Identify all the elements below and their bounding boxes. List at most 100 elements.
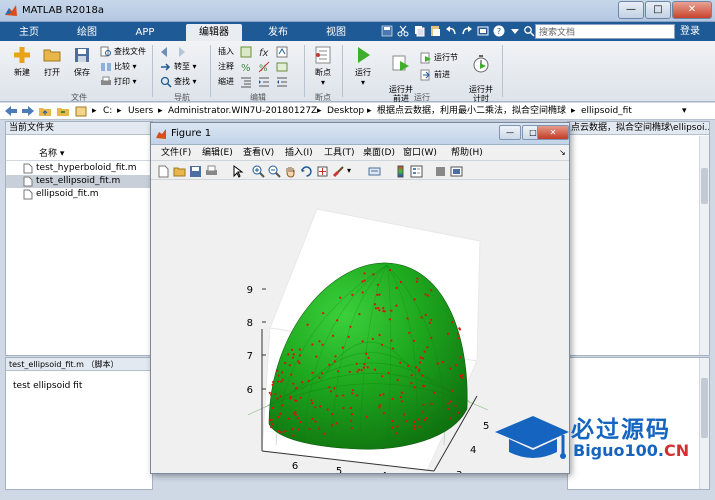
copy-icon[interactable] (412, 24, 426, 38)
m-file-icon (23, 176, 33, 187)
help-dropdown-icon[interactable] (508, 24, 522, 38)
smart-indent-icon[interactable] (240, 76, 252, 88)
tab-editor[interactable]: 编辑器 (186, 24, 242, 41)
find-files-button[interactable]: 查找文件 (100, 45, 146, 59)
figure-close-button[interactable]: ✕ (537, 125, 569, 140)
print-figure-icon[interactable] (205, 165, 218, 178)
open-button[interactable]: 打开 (38, 45, 66, 78)
open-label: 打开 (44, 68, 60, 77)
link-plot-icon[interactable] (368, 165, 381, 178)
menu-file[interactable]: 文件(F) (161, 147, 191, 159)
menu-view[interactable]: 查看(V) (243, 147, 274, 159)
tab-home[interactable]: 主页 (4, 24, 54, 41)
data-point (314, 406, 317, 409)
redo-icon[interactable] (460, 24, 474, 38)
tab-plots[interactable]: 绘图 (62, 24, 112, 41)
brush-icon[interactable] (332, 165, 345, 178)
data-point (361, 340, 364, 343)
print-button[interactable]: 打印 ▾ (100, 75, 137, 89)
find-button[interactable]: 查找 ▾ (160, 75, 197, 89)
data-point (290, 373, 293, 376)
new-button[interactable]: 新建 (8, 45, 36, 78)
comment-percent-icon[interactable]: % (240, 61, 252, 73)
editor-scrollbar[interactable] (699, 136, 709, 355)
search-documentation-input[interactable] (535, 24, 675, 39)
tab-view[interactable]: 视图 (311, 24, 361, 41)
close-button[interactable]: ✕ (672, 1, 712, 19)
up-folder-icon[interactable] (38, 105, 52, 117)
breadcrumb-ellipsoid-fit[interactable]: ellipsoid_fit (581, 105, 632, 117)
path-dropdown-icon[interactable]: ▾ (682, 105, 687, 117)
insert-more-icon[interactable] (276, 46, 288, 58)
open-file-icon[interactable] (173, 165, 186, 178)
zoom-out-icon[interactable] (268, 165, 281, 178)
menu-window[interactable]: 窗口(W) (403, 147, 437, 159)
data-point (281, 404, 284, 407)
breakpoints-button[interactable]: 断点 ▾ (308, 45, 338, 87)
breadcrumb-users[interactable]: Users (128, 105, 153, 117)
rotate-3d-icon[interactable] (300, 165, 313, 178)
pan-hand-icon[interactable] (284, 165, 297, 178)
goto-button[interactable]: 转至 ▾ (160, 60, 197, 74)
save-quick-icon[interactable] (380, 24, 394, 38)
menu-help[interactable]: 帮助(H) (451, 147, 483, 159)
insert-section-icon[interactable] (240, 46, 252, 58)
file-item[interactable]: ellipsoid_fit.m (6, 188, 152, 201)
increase-indent-icon[interactable] (258, 76, 270, 88)
breadcrumb-drive[interactable]: C: (103, 105, 112, 117)
file-item[interactable]: test_hyperboloid_fit.m (6, 162, 152, 175)
insert-legend-icon[interactable] (410, 165, 423, 178)
data-cursor-icon[interactable] (316, 165, 329, 178)
tab-apps[interactable]: APP (120, 24, 170, 41)
decrease-indent-icon[interactable] (276, 76, 288, 88)
run-button[interactable]: 运行 ▾ (346, 45, 380, 87)
wrap-comments-icon[interactable] (276, 61, 288, 73)
hide-plot-tools-icon[interactable] (434, 165, 447, 178)
help-quick-icon[interactable]: ? (492, 24, 506, 38)
edit-plot-arrow-icon[interactable] (231, 165, 244, 178)
menu-tools[interactable]: 工具(T) (324, 147, 355, 159)
data-point (395, 432, 398, 435)
login-link[interactable]: 登录 (680, 24, 700, 39)
cut-icon[interactable] (396, 24, 410, 38)
editor-scroll-thumb[interactable] (701, 168, 708, 204)
run-section-button[interactable]: 运行节 (420, 51, 458, 65)
indent-button[interactable]: 缩进 (218, 75, 234, 89)
paste-icon[interactable] (428, 24, 442, 38)
data-point (293, 412, 296, 415)
file-item-selected[interactable]: test_ellipsoid_fit.m (6, 175, 152, 188)
insert-colorbar-icon[interactable] (394, 165, 407, 178)
minimize-button[interactable]: — (618, 1, 644, 19)
uncomment-icon[interactable]: % (258, 61, 270, 73)
insert-button[interactable]: 插入 (218, 45, 234, 59)
undock-arrow-icon[interactable]: ↘ (559, 147, 566, 159)
breadcrumb-administrator[interactable]: Administrator.WIN7U-20180127Z (168, 105, 317, 117)
menu-desktop[interactable]: 桌面(D) (363, 147, 395, 159)
function-fx-icon[interactable]: fx (258, 46, 270, 58)
show-plot-tools-icon[interactable] (450, 165, 463, 178)
menu-insert[interactable]: 插入(I) (285, 147, 313, 159)
name-column-header[interactable]: 名称 ▾ (6, 148, 152, 161)
back-forward-buttons[interactable] (160, 45, 188, 59)
maximize-button[interactable]: □ (645, 1, 671, 19)
figure-minimize-button[interactable]: — (499, 125, 521, 140)
breadcrumb-project-folder[interactable]: 根据点云数据，利用最小二乘法，拟合空间椭球 (377, 105, 566, 117)
menu-edit[interactable]: 编辑(E) (202, 147, 233, 159)
save-figure-icon[interactable] (189, 165, 202, 178)
browse-folder-icon[interactable] (56, 105, 70, 117)
comment-button[interactable]: 注释 (218, 60, 234, 74)
breadcrumb-desktop[interactable]: Desktop (327, 105, 364, 117)
undo-icon[interactable] (444, 24, 458, 38)
data-point (328, 363, 331, 366)
back-nav-icon[interactable] (4, 105, 18, 117)
compare-button[interactable]: 比较 ▾ (100, 60, 137, 74)
zoom-in-icon[interactable] (252, 165, 265, 178)
brush-dropdown-icon[interactable]: ▾ (347, 166, 351, 175)
save-button[interactable]: 保存 (68, 45, 96, 78)
switch-windows-icon[interactable] (476, 24, 490, 38)
new-figure-icon[interactable] (157, 165, 170, 178)
advance-button[interactable]: 前进 (420, 68, 450, 82)
tab-publish[interactable]: 发布 (253, 24, 303, 41)
figure-title-bar[interactable]: Figure 1 — □ ✕ (151, 123, 569, 145)
forward-nav-icon[interactable] (21, 105, 35, 117)
